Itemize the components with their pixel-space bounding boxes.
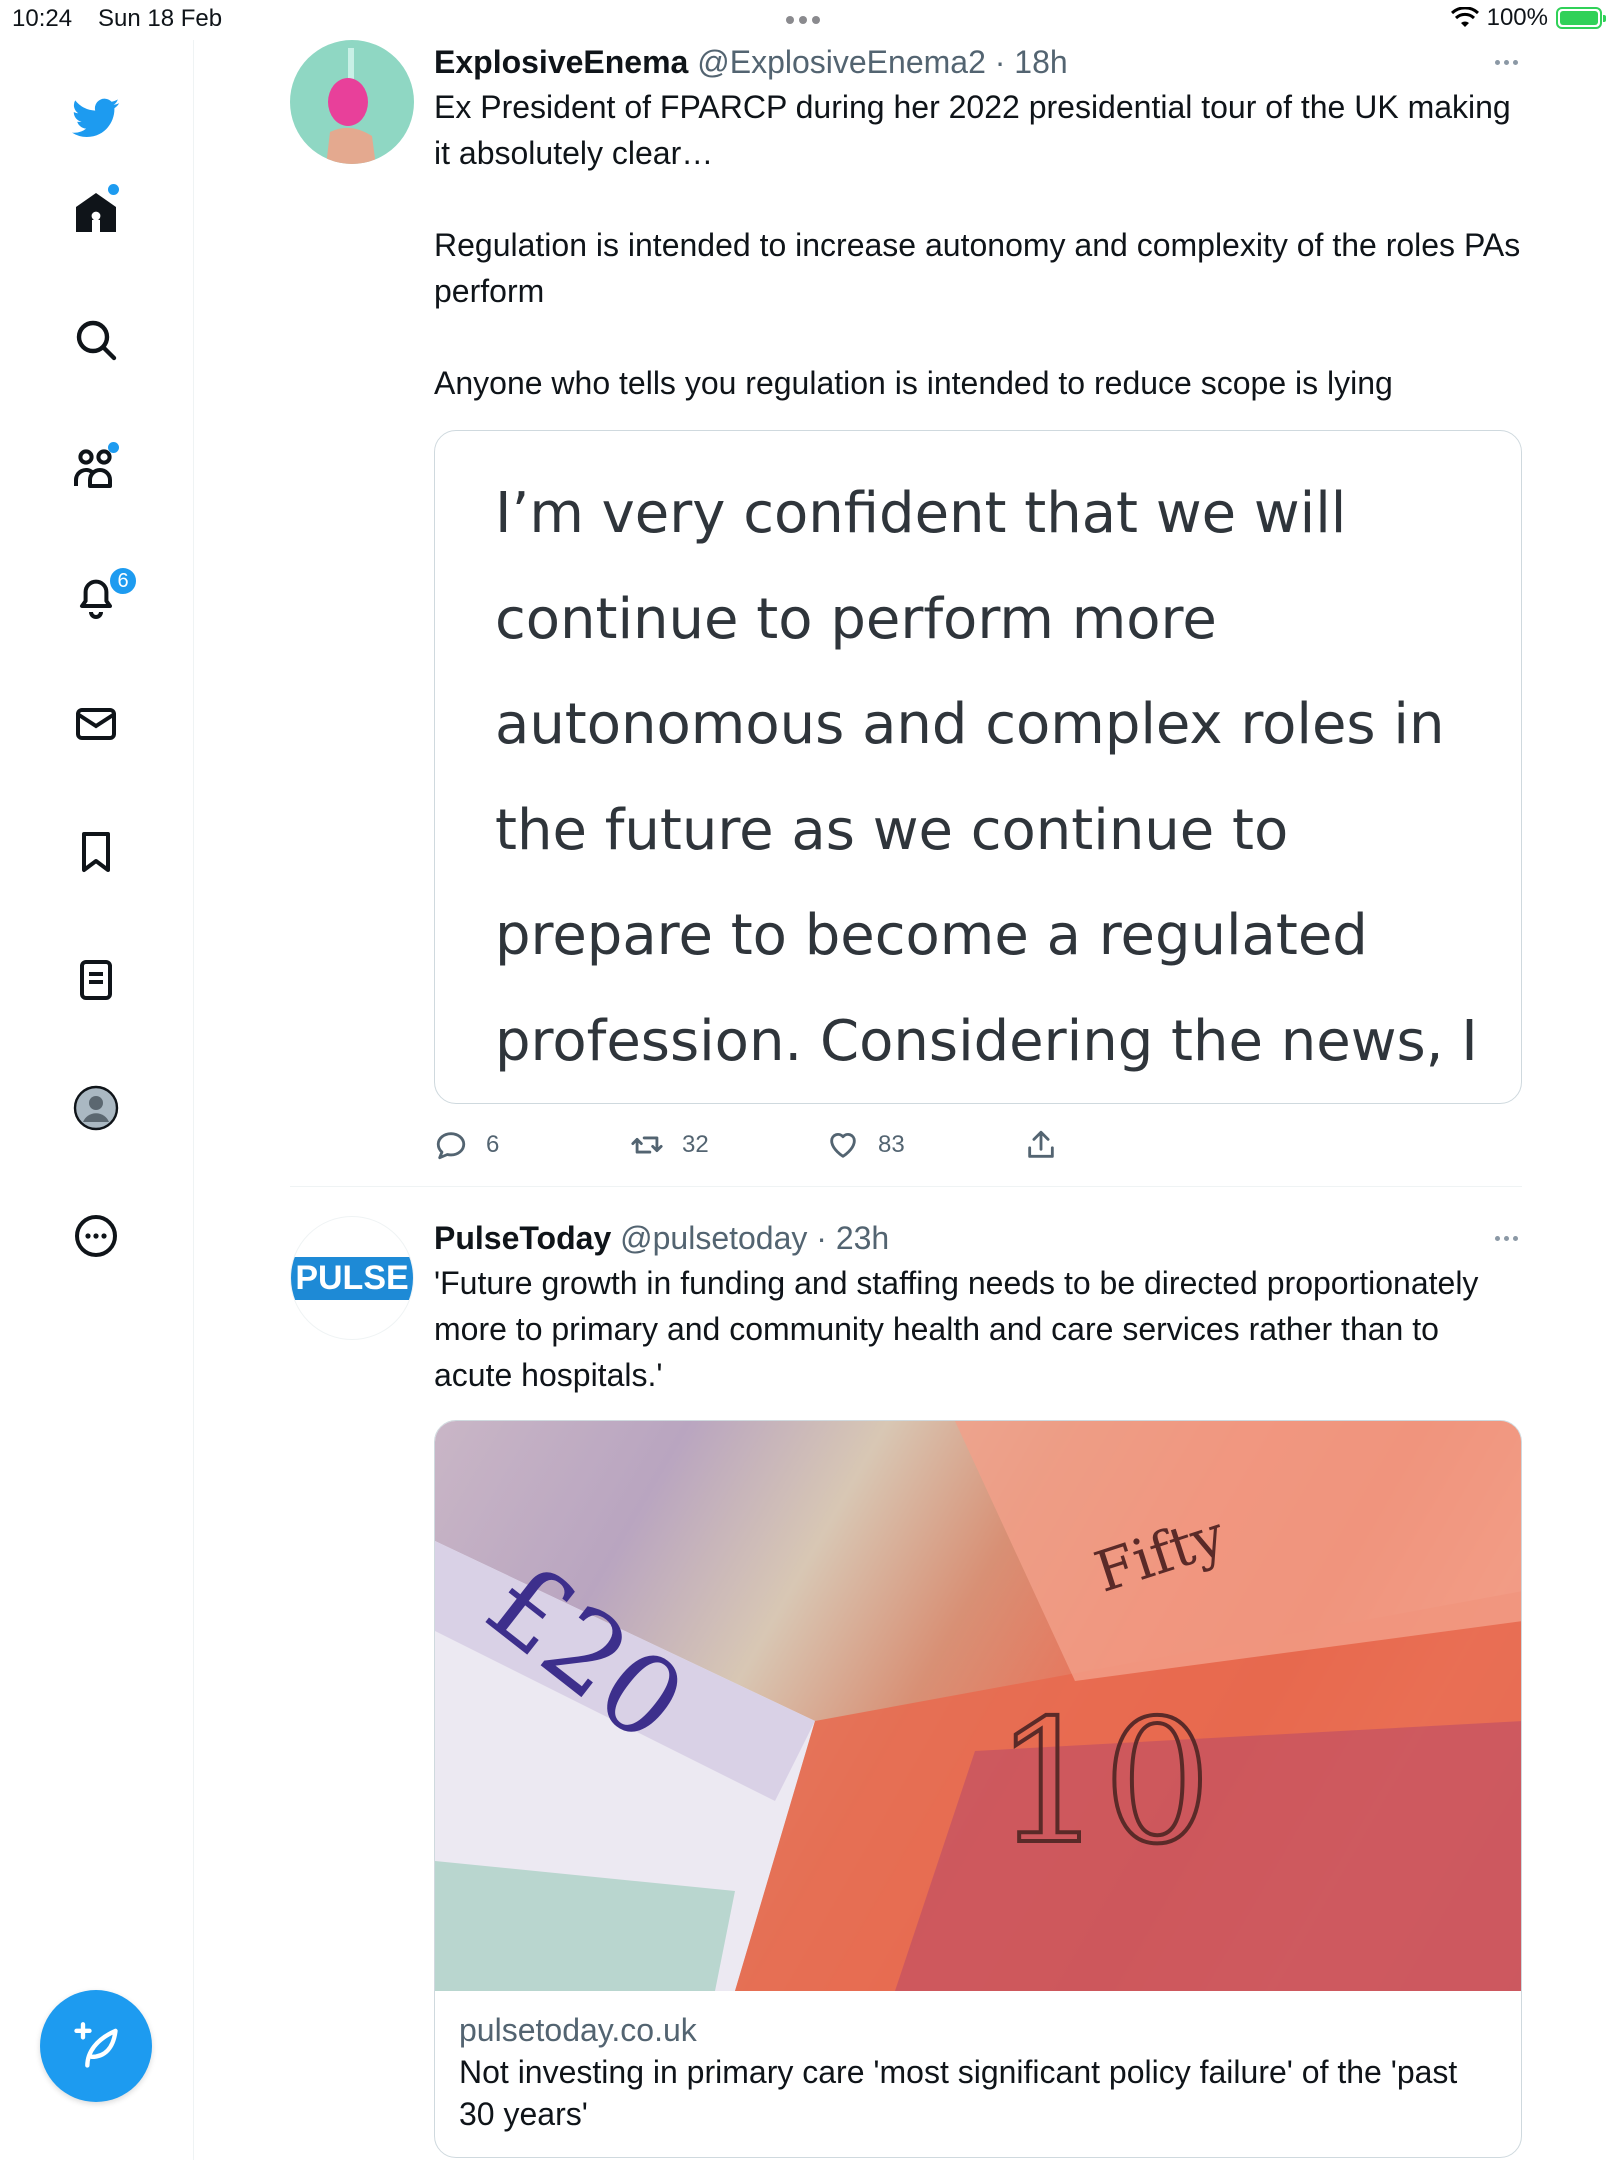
avatar[interactable]: PULSE xyxy=(290,1216,414,1340)
link-preview-card[interactable]: £20 10 Fifty pulsetoday.co.uk Not invest… xyxy=(434,1420,1522,2158)
nav-home[interactable] xyxy=(66,182,126,242)
retweet-button[interactable]: 32 xyxy=(630,1128,709,1162)
status-right: 100% xyxy=(1450,4,1606,32)
nav-profile[interactable] xyxy=(66,1078,126,1138)
tweet-text-paragraph: Ex President of FPARCP during her 2022 p… xyxy=(434,89,1511,171)
tweet-header: PulseToday @pulsetoday · 23h xyxy=(434,1216,1522,1260)
sidebar-nav: 6 xyxy=(0,40,194,2160)
wifi-icon xyxy=(1450,7,1479,27)
search-icon xyxy=(76,320,117,361)
link-preview-meta: pulsetoday.co.uk Not investing in primar… xyxy=(435,1991,1521,2157)
link-title: Not investing in primary care 'most sign… xyxy=(459,2054,1458,2132)
retweet-icon xyxy=(631,1136,663,1154)
tweet-actions: 6 32 83 xyxy=(434,1108,1522,1188)
tweet-more-icon[interactable] xyxy=(1495,1236,1518,1241)
bookmark-icon xyxy=(82,832,110,872)
communities-unread-dot xyxy=(108,442,119,453)
multitasking-dots-icon[interactable] xyxy=(786,16,820,24)
reply-count: 6 xyxy=(486,1131,500,1158)
nav-lists[interactable] xyxy=(66,950,126,1010)
heart-icon xyxy=(830,1133,856,1158)
nav-notifications[interactable]: 6 xyxy=(66,566,138,626)
tweet-text: 'Future growth in funding and staffing n… xyxy=(434,1260,1522,1398)
pulse-logo: PULSE xyxy=(291,1256,413,1300)
banknote-10-label: 10 xyxy=(995,1684,1211,1882)
home-icon xyxy=(76,193,116,232)
tweet-divider xyxy=(290,1186,1522,1187)
author-handle-time[interactable]: @ExplosiveEnema2 · 18h xyxy=(697,44,1067,80)
nav-search[interactable] xyxy=(66,310,126,370)
compose-tweet-button[interactable] xyxy=(40,1990,152,2102)
author-handle-time[interactable]: @pulsetoday · 23h xyxy=(620,1220,889,1256)
like-button[interactable]: 83 xyxy=(826,1128,905,1162)
tweet-media-image[interactable]: I’m very confident that we will continue… xyxy=(434,430,1522,1104)
twitter-logo-icon[interactable] xyxy=(66,88,126,148)
status-bar: 10:24 Sun 18 Feb 100% xyxy=(0,0,1620,40)
avatar[interactable] xyxy=(290,40,414,164)
tweet-header: ExplosiveEnema @ExplosiveEnema2 · 18h xyxy=(434,40,1522,84)
retweet-count: 32 xyxy=(682,1131,709,1158)
author-name[interactable]: ExplosiveEnema xyxy=(434,44,688,80)
nav-communities[interactable] xyxy=(66,438,126,498)
like-count: 83 xyxy=(878,1131,905,1158)
battery-icon xyxy=(1556,7,1606,29)
notifications-count-badge: 6 xyxy=(108,566,138,596)
link-domain: pulsetoday.co.uk xyxy=(459,2012,697,2048)
nav-bookmarks[interactable] xyxy=(66,822,126,882)
share-button[interactable] xyxy=(1024,1128,1058,1162)
mail-icon xyxy=(76,708,116,740)
tweet-text-paragraph: Regulation is intended to increase auton… xyxy=(434,227,1521,309)
nav-messages[interactable] xyxy=(66,694,126,754)
tweet-more-icon[interactable] xyxy=(1495,60,1518,65)
compose-feather-icon xyxy=(74,2022,118,2068)
reply-button[interactable]: 6 xyxy=(434,1128,499,1162)
tweet-text-paragraph: 'Future growth in funding and staffing n… xyxy=(434,1265,1479,1393)
status-date: Sun 18 Feb xyxy=(98,5,223,32)
home-unread-dot xyxy=(108,184,119,195)
share-icon xyxy=(1028,1130,1054,1158)
profile-avatar-icon xyxy=(73,1085,119,1131)
tweet-text: Ex President of FPARCP during her 2022 p… xyxy=(434,84,1522,406)
more-circle-icon xyxy=(75,1215,117,1257)
link-preview-image: £20 10 Fifty xyxy=(435,1421,1521,1991)
reply-icon xyxy=(436,1132,466,1160)
author-name[interactable]: PulseToday xyxy=(434,1220,611,1256)
battery-percent: 100% xyxy=(1486,4,1548,31)
media-quote-text: I’m very confident that we will continue… xyxy=(495,481,1478,1074)
nav-more[interactable] xyxy=(66,1206,126,1266)
tweet-text-paragraph: Anyone who tells you regulation is inten… xyxy=(434,365,1393,401)
lists-icon xyxy=(80,960,112,1000)
status-time: 10:24 xyxy=(12,5,73,32)
